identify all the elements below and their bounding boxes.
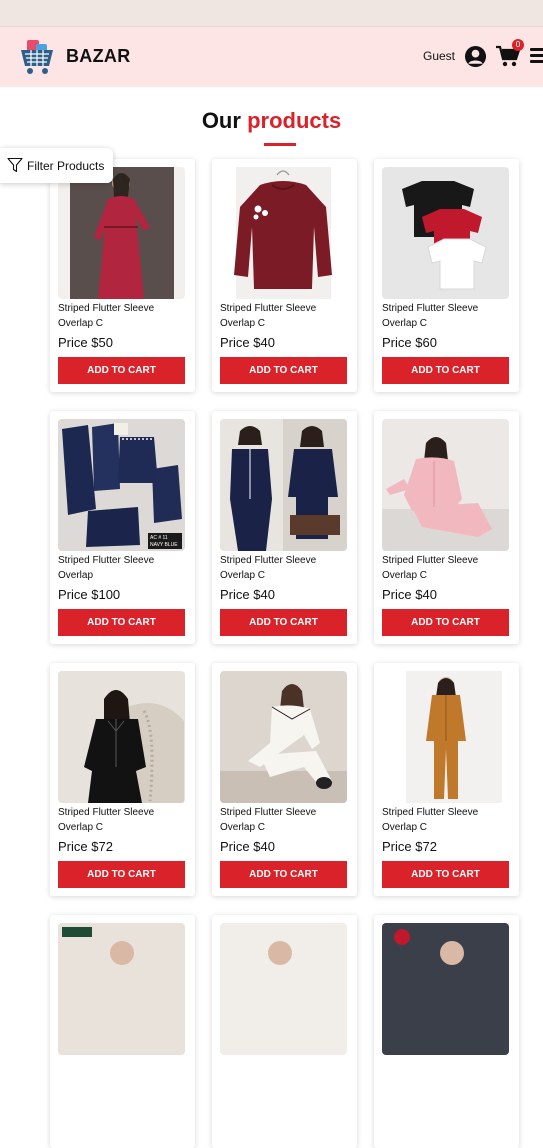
filter-funnel-icon — [7, 157, 23, 173]
add-to-cart-button[interactable]: ADD TO CART — [58, 861, 185, 888]
svg-text:NAVY BLUE: NAVY BLUE — [150, 542, 178, 548]
product-image[interactable]: AC # 11 NAVY BLUE — [58, 419, 185, 551]
product-image[interactable] — [58, 671, 185, 803]
product-image[interactable] — [382, 167, 509, 299]
brand-name[interactable]: BAZAR — [66, 46, 131, 67]
hamburger-menu-icon[interactable] — [530, 48, 543, 64]
site-header: BAZAR Guest 0 — [0, 27, 543, 87]
product-price: Price $50 — [58, 335, 113, 350]
product-card: Striped Flutter Sleeve Overlap C Price $… — [50, 159, 195, 392]
add-to-cart-button[interactable]: ADD TO CART — [58, 609, 185, 636]
product-price: Price $40 — [220, 335, 275, 350]
product-card: Striped Flutter Sleeve Overlap C Price $… — [374, 663, 519, 896]
product-price: Price $72 — [58, 839, 113, 854]
product-card — [50, 915, 195, 1148]
add-to-cart-button[interactable]: ADD TO CART — [220, 861, 347, 888]
add-to-cart-button[interactable]: ADD TO CART — [220, 609, 347, 636]
product-price: Price $60 — [382, 335, 437, 350]
filter-products-label: Filter Products — [27, 159, 105, 173]
product-price: Price $40 — [220, 839, 275, 854]
cart-count-badge: 0 — [512, 39, 524, 51]
product-card: Striped Flutter Sleeve Overlap C Price $… — [374, 411, 519, 644]
product-name[interactable]: Striped Flutter Sleeve Overlap C — [58, 301, 188, 331]
product-name[interactable]: Striped Flutter Sleeve Overlap C — [220, 301, 350, 331]
section-title-accent: products — [247, 108, 342, 133]
add-to-cart-button[interactable]: ADD TO CART — [58, 357, 185, 384]
product-price: Price $40 — [220, 587, 275, 602]
browser-top-strip — [0, 0, 543, 27]
product-image[interactable] — [220, 671, 347, 803]
add-to-cart-button[interactable]: ADD TO CART — [382, 861, 509, 888]
product-name[interactable]: Striped Flutter Sleeve Overlap C — [58, 805, 188, 835]
product-card: Striped Flutter Sleeve Overlap C Price $… — [212, 411, 357, 644]
product-name[interactable]: Striped Flutter Sleeve Overlap C — [382, 553, 512, 583]
product-image[interactable] — [220, 923, 347, 1055]
svg-text:AC # 11: AC # 11 — [150, 535, 168, 541]
user-account-icon[interactable] — [464, 45, 487, 68]
product-price: Price $72 — [382, 839, 437, 854]
product-card: Striped Flutter Sleeve Overlap C Price $… — [374, 159, 519, 392]
product-card: Striped Flutter Sleeve Overlap C Price $… — [212, 663, 357, 896]
section-title: Our products — [0, 108, 543, 134]
product-card: Striped Flutter Sleeve Overlap C Price $… — [50, 663, 195, 896]
product-image[interactable] — [220, 419, 347, 551]
product-image[interactable] — [382, 923, 509, 1055]
product-card: AC # 11 NAVY BLUE Striped Flutter Sleeve… — [50, 411, 195, 644]
product-card: Striped Flutter Sleeve Overlap C Price $… — [212, 159, 357, 392]
add-to-cart-button[interactable]: ADD TO CART — [220, 357, 347, 384]
section-title-plain: Our — [201, 108, 241, 133]
product-image[interactable] — [58, 167, 185, 299]
user-name-label: Guest — [423, 49, 456, 63]
product-image[interactable] — [382, 419, 509, 551]
filter-products-button[interactable]: Filter Products — [0, 148, 113, 183]
product-name[interactable]: Striped Flutter Sleeve Overlap C — [382, 805, 512, 835]
shopping-basket-logo-icon[interactable] — [19, 38, 55, 76]
product-name[interactable]: Striped Flutter Sleeve Overlap C — [220, 553, 350, 583]
product-price: Price $100 — [58, 587, 121, 602]
title-underline — [264, 143, 296, 146]
add-to-cart-button[interactable]: ADD TO CART — [382, 609, 509, 636]
product-name[interactable]: Striped Flutter Sleeve Overlap C — [382, 301, 512, 331]
product-name[interactable]: Striped Flutter Sleeve Overlap C — [220, 805, 350, 835]
product-card — [374, 915, 519, 1148]
product-name[interactable]: Striped Flutter Sleeve Overlap — [58, 553, 188, 583]
product-image[interactable] — [382, 671, 509, 803]
product-image[interactable] — [220, 167, 347, 299]
product-image[interactable] — [58, 923, 185, 1055]
product-card — [212, 915, 357, 1148]
add-to-cart-button[interactable]: ADD TO CART — [382, 357, 509, 384]
product-price: Price $40 — [382, 587, 437, 602]
